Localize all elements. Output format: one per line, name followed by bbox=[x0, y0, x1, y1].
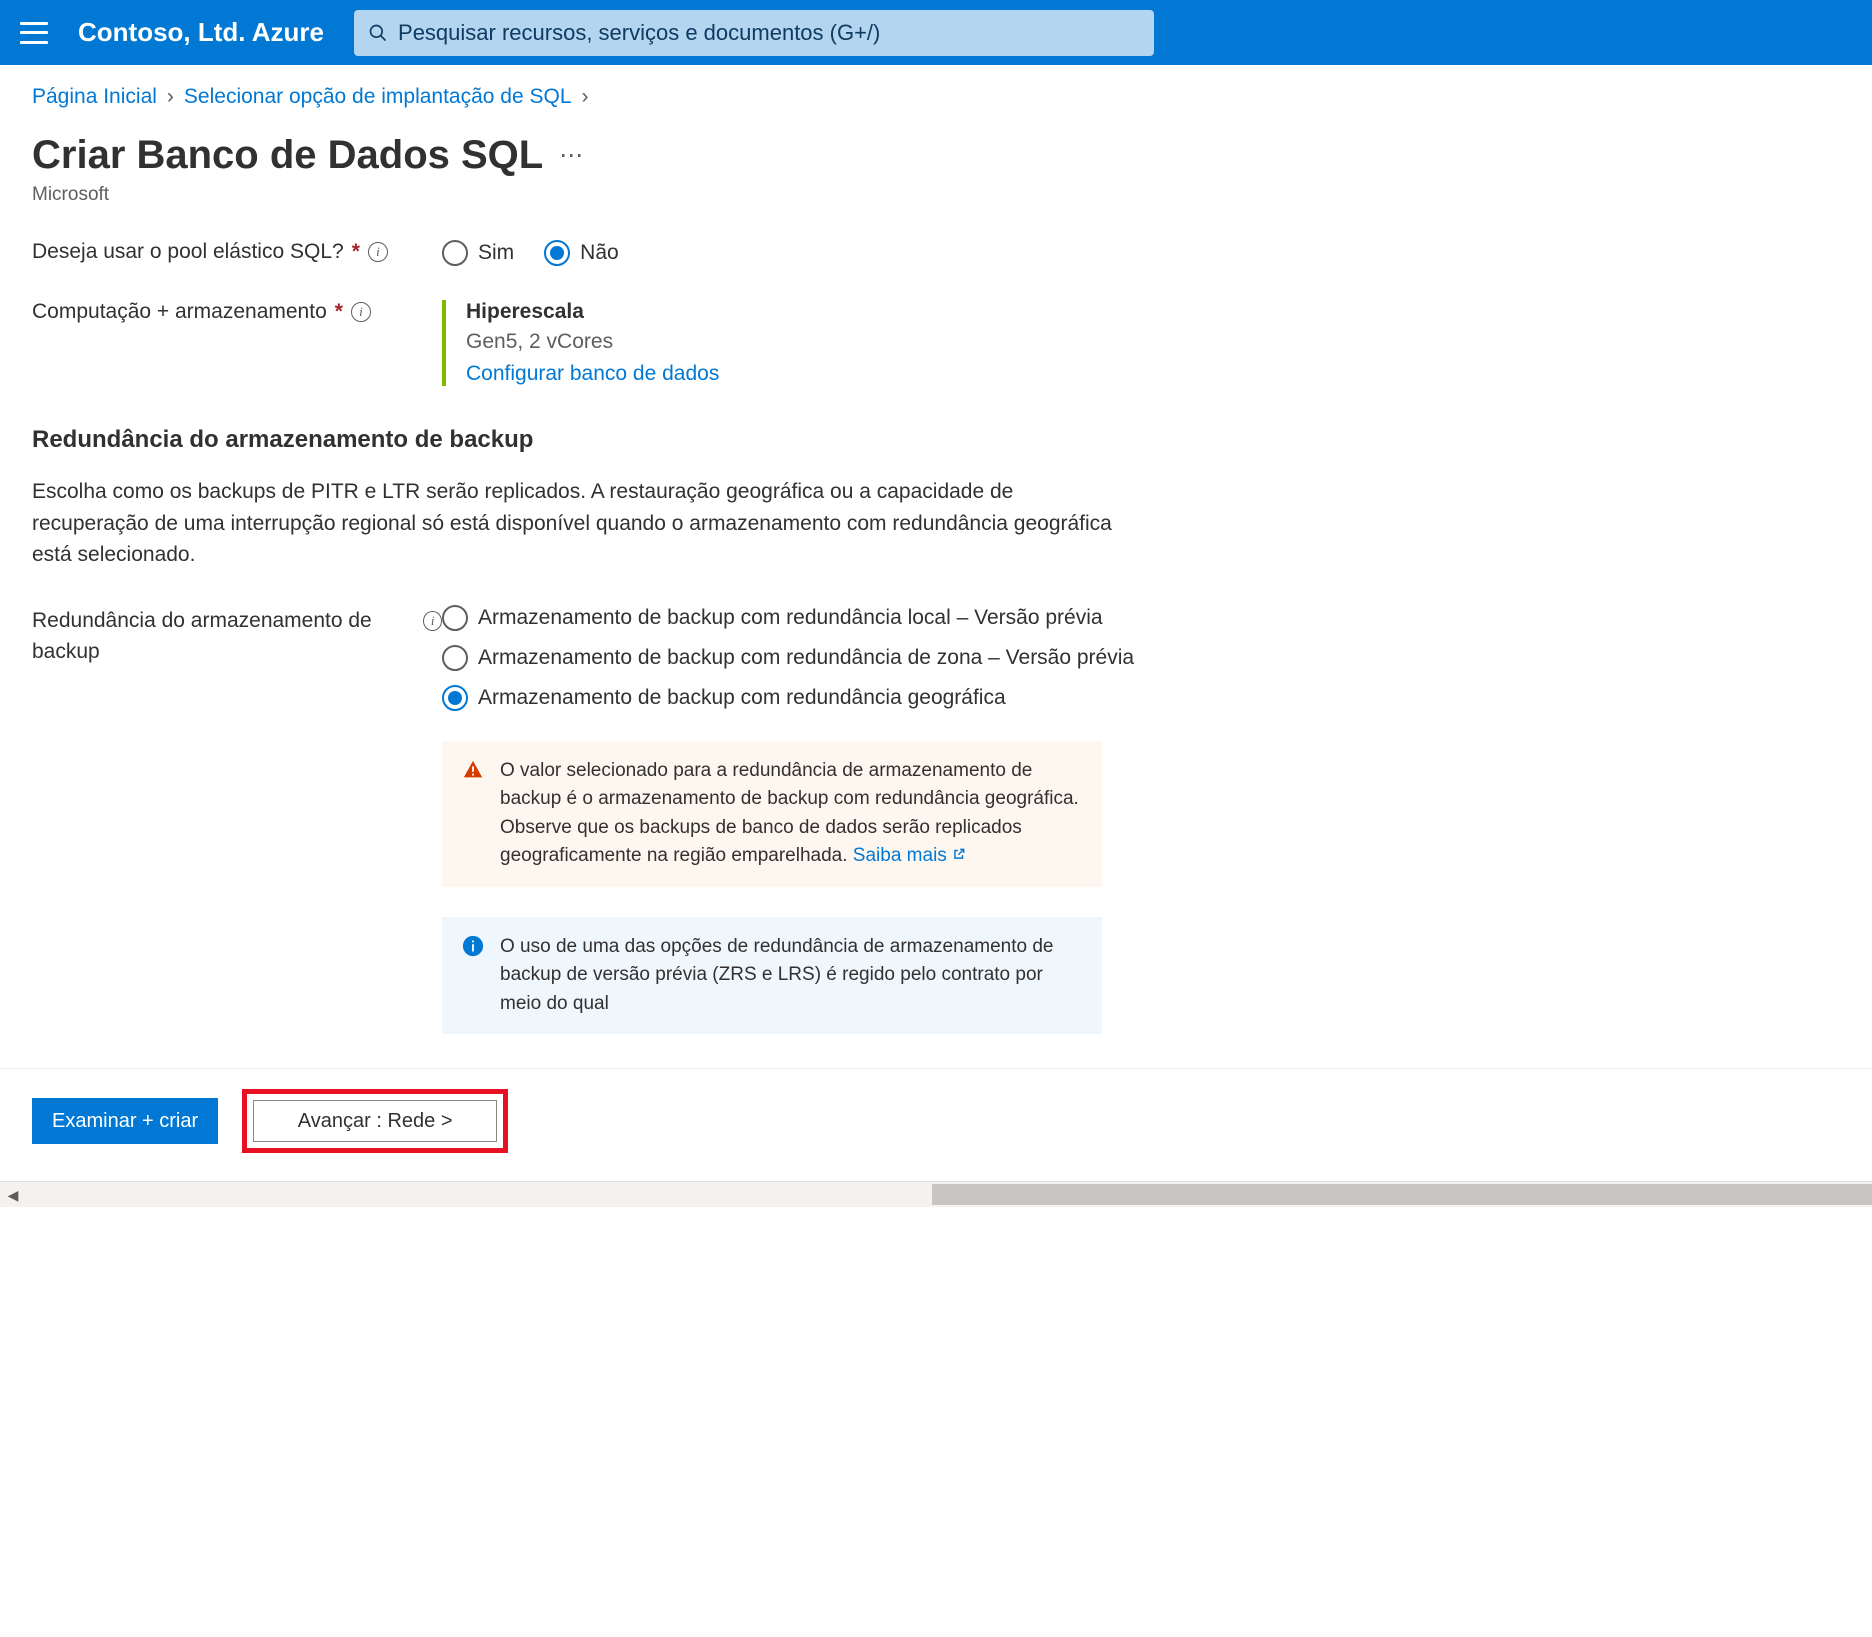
warning-text-body: O valor selecionado para a redundância d… bbox=[500, 760, 1079, 867]
required-asterisk: * bbox=[335, 300, 343, 324]
next-button-highlight: Avançar : Rede > bbox=[242, 1089, 508, 1153]
page-subtitle: Microsoft bbox=[32, 184, 1840, 206]
backup-option-zone-label: Armazenamento de backup com redundância … bbox=[478, 646, 1134, 670]
breadcrumb: Página Inicial › Selecionar opção de imp… bbox=[32, 85, 1840, 109]
backup-redundancy-label: Redundância do armazenamento de backup i bbox=[32, 605, 442, 668]
preview-redundancy-info-alert: O uso de uma das opções de redundância d… bbox=[442, 917, 1102, 1035]
radio-yes-label: Sim bbox=[478, 241, 514, 265]
breadcrumb-deploy-option[interactable]: Selecionar opção de implantação de SQL bbox=[184, 85, 572, 109]
top-bar: Contoso, Ltd. Azure bbox=[0, 0, 1872, 65]
scrollbar-thumb[interactable] bbox=[932, 1184, 1872, 1205]
backup-option-zone[interactable]: Armazenamento de backup com redundância … bbox=[442, 645, 1840, 671]
compute-tier: Hiperescala bbox=[466, 300, 1840, 324]
backup-option-local[interactable]: Armazenamento de backup com redundância … bbox=[442, 605, 1840, 631]
hamburger-menu-icon[interactable] bbox=[20, 22, 48, 44]
info-text: O uso de uma das opções de redundância d… bbox=[500, 933, 1082, 1019]
main-content: Página Inicial › Selecionar opção de imp… bbox=[0, 65, 1872, 1034]
elastic-pool-no[interactable]: Não bbox=[544, 240, 619, 266]
page-title-row: Criar Banco de Dados SQL ⋯ bbox=[32, 133, 1840, 178]
compute-storage-value: Hiperescala Gen5, 2 vCores Configurar ba… bbox=[442, 300, 1840, 386]
radio-unselected-icon bbox=[442, 605, 468, 631]
elastic-pool-label-text: Deseja usar o pool elástico SQL? bbox=[32, 240, 344, 264]
chevron-right-icon: › bbox=[582, 85, 589, 109]
search-icon bbox=[368, 23, 388, 43]
radio-no-label: Não bbox=[580, 241, 619, 265]
backup-redundancy-heading: Redundância do armazenamento de backup bbox=[32, 426, 1840, 454]
backup-redundancy-label-text: Redundância do armazenamento de backup bbox=[32, 605, 415, 668]
compute-storage-label: Computação + armazenamento * i bbox=[32, 300, 442, 324]
elastic-pool-row: Deseja usar o pool elástico SQL? * i Sim… bbox=[32, 240, 1840, 266]
backup-redundancy-description: Escolha como os backups de PITR e LTR se… bbox=[32, 476, 1112, 571]
elastic-pool-radio-group: Sim Não bbox=[442, 240, 1840, 266]
warning-text: O valor selecionado para a redundância d… bbox=[500, 757, 1082, 871]
chevron-right-icon: › bbox=[167, 85, 174, 109]
compute-storage-row: Computação + armazenamento * i Hiperesca… bbox=[32, 300, 1840, 386]
breadcrumb-home[interactable]: Página Inicial bbox=[32, 85, 157, 109]
learn-more-link[interactable]: Saiba mais bbox=[853, 845, 966, 866]
search-input[interactable] bbox=[398, 20, 1140, 46]
compute-spec: Gen5, 2 vCores bbox=[466, 330, 1840, 354]
backup-option-geo-label: Armazenamento de backup com redundância … bbox=[478, 686, 1006, 710]
configure-database-link[interactable]: Configurar banco de dados bbox=[466, 362, 719, 385]
global-search[interactable] bbox=[354, 10, 1154, 56]
backup-redundancy-row: Redundância do armazenamento de backup i… bbox=[32, 605, 1840, 1035]
horizontal-scrollbar[interactable]: ◀ bbox=[0, 1181, 1872, 1207]
wizard-footer: Examinar + criar Avançar : Rede > bbox=[0, 1068, 1872, 1181]
backup-redundancy-options: Armazenamento de backup com redundância … bbox=[442, 605, 1840, 1035]
page-title: Criar Banco de Dados SQL bbox=[32, 133, 543, 178]
backup-option-local-label: Armazenamento de backup com redundância … bbox=[478, 606, 1103, 630]
geo-redundancy-warning-alert: O valor selecionado para a redundância d… bbox=[442, 741, 1102, 887]
required-asterisk: * bbox=[352, 240, 360, 264]
radio-selected-icon bbox=[544, 240, 570, 266]
compute-storage-label-text: Computação + armazenamento bbox=[32, 300, 327, 324]
info-icon[interactable]: i bbox=[423, 611, 442, 631]
external-link-icon bbox=[952, 847, 966, 861]
radio-selected-icon bbox=[442, 685, 468, 711]
brand-label[interactable]: Contoso, Ltd. Azure bbox=[78, 17, 324, 48]
more-actions-icon[interactable]: ⋯ bbox=[559, 141, 585, 170]
scroll-left-arrow-icon[interactable]: ◀ bbox=[0, 1182, 26, 1208]
elastic-pool-label: Deseja usar o pool elástico SQL? * i bbox=[32, 240, 442, 264]
review-create-button[interactable]: Examinar + criar bbox=[32, 1098, 218, 1144]
info-icon[interactable]: i bbox=[368, 242, 388, 262]
info-icon[interactable]: i bbox=[351, 302, 371, 322]
compute-summary-card: Hiperescala Gen5, 2 vCores Configurar ba… bbox=[442, 300, 1840, 386]
elastic-pool-yes[interactable]: Sim bbox=[442, 240, 514, 266]
next-network-button[interactable]: Avançar : Rede > bbox=[253, 1100, 497, 1142]
radio-unselected-icon bbox=[442, 240, 468, 266]
backup-option-geo[interactable]: Armazenamento de backup com redundância … bbox=[442, 685, 1840, 711]
info-circle-icon bbox=[462, 935, 484, 957]
warning-triangle-icon bbox=[462, 759, 484, 781]
learn-more-label: Saiba mais bbox=[853, 845, 947, 866]
radio-unselected-icon bbox=[442, 645, 468, 671]
